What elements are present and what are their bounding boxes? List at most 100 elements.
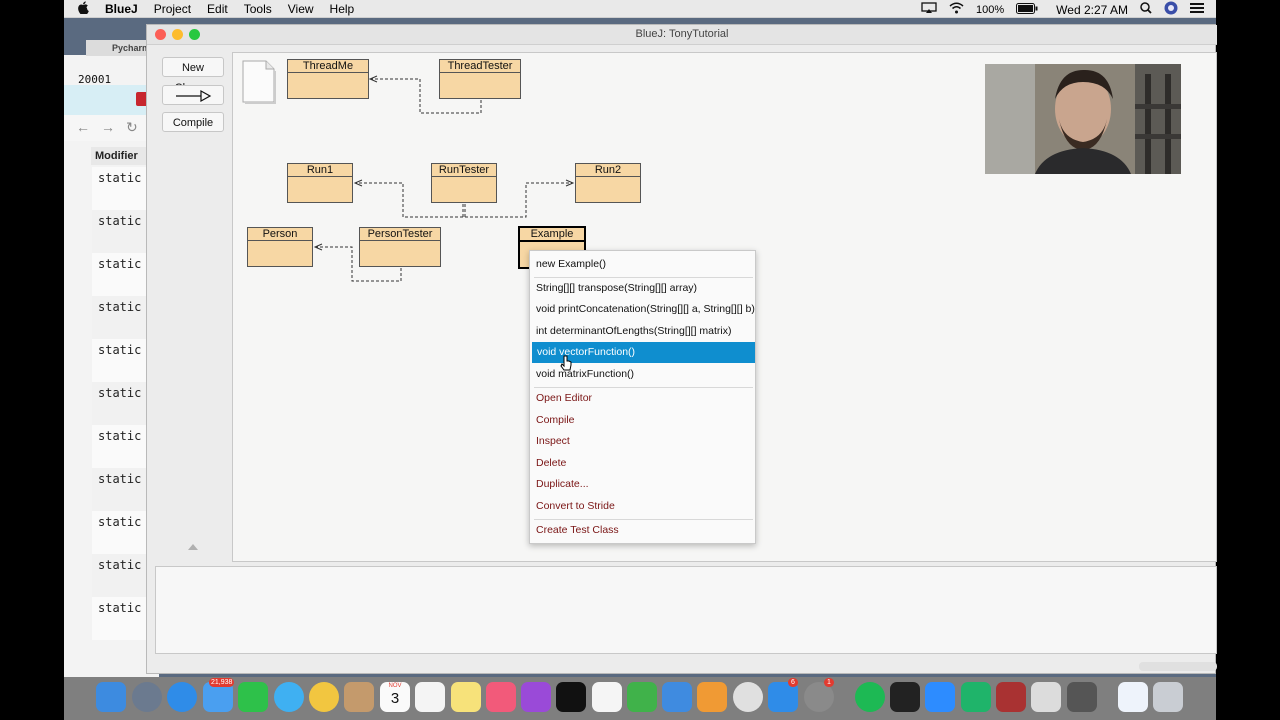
class-name: Run2 [576, 164, 640, 177]
battery-percentage: 100% [976, 3, 1005, 16]
mail-badge: 21,938 [209, 678, 235, 687]
class-box-threadme[interactable]: ThreadMe [287, 59, 369, 99]
spotify-icon[interactable] [855, 682, 885, 712]
dictionary-icon[interactable] [996, 682, 1026, 712]
menu-tools[interactable]: Tools [244, 2, 272, 16]
class-name: Person [248, 228, 312, 241]
calendar-month: NOV [388, 683, 402, 689]
news-icon[interactable] [592, 682, 622, 712]
system-preferences-icon[interactable]: 1 [804, 678, 834, 712]
class-name: Run1 [288, 164, 352, 177]
horizontal-scrollbar[interactable] [1139, 662, 1217, 671]
menu-item-convert-to-stride[interactable]: Convert to Stride [531, 496, 754, 517]
class-name: RunTester [432, 164, 496, 177]
webcam-person-image [985, 64, 1181, 174]
back-icon[interactable]: ← [76, 119, 90, 135]
tv-icon[interactable] [556, 682, 586, 712]
messages-icon[interactable] [274, 682, 304, 712]
background-window: Pycharm 20001 ← → ↻ Modifier static : st… [64, 40, 159, 720]
numbers-icon[interactable] [627, 682, 657, 712]
mail-icon[interactable]: 21,938 [203, 678, 235, 712]
class-box-run2[interactable]: Run2 [575, 163, 641, 203]
screenshot-icon[interactable] [1067, 682, 1097, 712]
keynote-icon[interactable] [662, 682, 692, 712]
forward-icon[interactable]: → [101, 119, 115, 135]
class-name: ThreadTester [440, 60, 520, 73]
wifi-icon[interactable] [949, 2, 964, 17]
readme-document-icon[interactable] [240, 59, 277, 104]
menubar-clock[interactable]: Wed 2:27 AM [1056, 3, 1128, 17]
minimize-window-icon[interactable] [172, 29, 183, 40]
contacts-icon[interactable] [344, 682, 374, 712]
facetime-icon[interactable] [238, 682, 268, 712]
settings-badge: 1 [824, 678, 834, 687]
reminders-icon[interactable] [415, 682, 445, 712]
compile-button[interactable]: Compile [162, 112, 224, 132]
finder-icon[interactable] [96, 682, 126, 712]
documents-folder-icon[interactable] [1118, 682, 1148, 712]
menu-item-compile[interactable]: Compile [531, 410, 754, 431]
menu-item-inspect[interactable]: Inspect [531, 431, 754, 452]
menu-item-open-editor[interactable]: Open Editor [531, 388, 754, 409]
user-avatar-icon[interactable] [1164, 1, 1178, 18]
menu-item-delete[interactable]: Delete [531, 453, 754, 474]
browser-nav-bar: ← → ↻ [64, 115, 159, 141]
pycharm-window-tab[interactable]: Pycharm [86, 40, 150, 56]
menu-item-constructor[interactable]: new Example() [531, 254, 754, 275]
class-box-persontester[interactable]: PersonTester [359, 227, 441, 267]
window-titlebar: BlueJ: TonyTutorial [147, 25, 1217, 45]
class-box-person[interactable]: Person [247, 227, 313, 267]
calendar-day: 3 [390, 690, 400, 707]
battery-icon[interactable] [1016, 2, 1038, 17]
terminal-icon[interactable] [890, 682, 920, 712]
chrome-icon[interactable] [733, 682, 763, 712]
menu-edit[interactable]: Edit [207, 2, 228, 16]
menu-item-duplicate[interactable]: Duplicate... [531, 474, 754, 495]
appstore-badge: 6 [788, 678, 798, 687]
menu-app-name[interactable]: BlueJ [105, 2, 138, 16]
launchpad-icon[interactable] [132, 682, 162, 712]
menu-view[interactable]: View [288, 2, 314, 16]
trash-icon[interactable] [1153, 682, 1183, 712]
music-icon[interactable] [486, 682, 516, 712]
menu-project[interactable]: Project [154, 2, 191, 16]
window-title: BlueJ: TonyTutorial [635, 28, 729, 40]
menu-item-method[interactable]: String[][] transpose(String[][] array) [531, 278, 754, 299]
podcasts-icon[interactable] [521, 682, 551, 712]
inheritance-arrow-button[interactable] [162, 85, 224, 105]
control-center-icon[interactable] [1190, 2, 1204, 17]
pages-icon[interactable] [697, 682, 727, 712]
class-box-runtester[interactable]: RunTester [431, 163, 497, 203]
calendar-icon[interactable]: NOV 3 [380, 682, 410, 712]
menu-item-method[interactable]: void printConcatenation(String[][] a, St… [531, 299, 755, 320]
webcam-overlay [985, 64, 1181, 174]
menu-item-method[interactable]: int determinantOfLengths(String[][] matr… [531, 321, 754, 342]
class-name: PersonTester [360, 228, 440, 241]
class-context-menu: new Example() String[][] transpose(Strin… [529, 250, 756, 544]
menu-help[interactable]: Help [330, 2, 355, 16]
collapse-triangle-icon[interactable] [188, 544, 198, 550]
class-box-run1[interactable]: Run1 [287, 163, 353, 203]
macos-menu-bar: BlueJ Project Edit Tools View Help 100% … [64, 0, 1216, 18]
airplay-icon[interactable] [921, 2, 937, 17]
class-box-threadtester[interactable]: ThreadTester [439, 59, 521, 99]
safari-icon[interactable] [167, 682, 197, 712]
photos-icon[interactable] [309, 682, 339, 712]
reload-icon[interactable]: ↻ [126, 119, 138, 136]
arrow-icon [176, 89, 212, 103]
zoom-icon[interactable] [925, 682, 955, 712]
apple-icon[interactable] [78, 1, 89, 17]
appstore-icon[interactable]: 6 [768, 678, 798, 712]
new-class-button[interactable]: New Class... [162, 57, 224, 94]
object-bench[interactable] [155, 566, 1217, 654]
bluej-icon[interactable] [1031, 682, 1061, 712]
browser-tab-bar [64, 85, 159, 115]
class-name: Example [520, 228, 584, 242]
spotlight-search-icon[interactable] [1140, 2, 1152, 17]
notes-icon[interactable] [451, 682, 481, 712]
menu-item-create-test-class[interactable]: Create Test Class [531, 520, 754, 541]
class-name: ThreadMe [288, 60, 368, 73]
close-window-icon[interactable] [155, 29, 166, 40]
zoom-window-icon[interactable] [189, 29, 200, 40]
pycharm-icon[interactable] [961, 682, 991, 712]
